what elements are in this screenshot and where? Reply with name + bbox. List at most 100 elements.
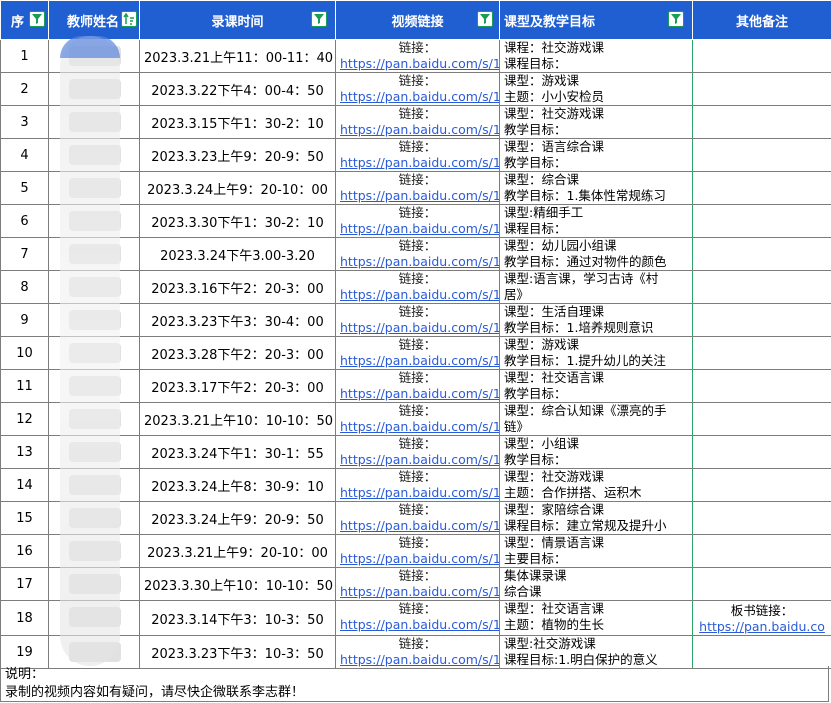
cell-record-time[interactable]: 2023.3.21上午9：20-10：00 xyxy=(139,534,336,568)
cell-teacher-name[interactable] xyxy=(48,600,140,636)
cell-video-link[interactable]: 链接： https://pan.baidu.com/s/1 xyxy=(335,600,500,636)
cell-notes[interactable] xyxy=(692,336,831,370)
table-row[interactable]: 3 2023.3.15下午1：30-2：10 链接： https://pan.baid… xyxy=(0,105,831,139)
cell-record-time[interactable]: 2023.3.30上午10：10-10：50 xyxy=(139,567,336,601)
cell-video-link[interactable]: 链接： https://pan.baidu.com/s/1i xyxy=(335,39,500,73)
cell-teacher-name[interactable] xyxy=(48,501,140,535)
cell-course-goal[interactable]: 课程：社交游戏课 课程目标： xyxy=(499,39,693,73)
cell-course-goal[interactable]: 课型：综合课 教学目标：1.集体性常规练习 xyxy=(499,171,693,205)
table-row[interactable]: 19 2023.3.23下午3：10-3：50 链接： https://pan.bai… xyxy=(0,635,831,669)
cell-video-link[interactable]: 链接： https://pan.baidu.com/s/1 xyxy=(335,336,500,370)
cell-course-goal[interactable]: 课型:社交游戏课 课程目标:1.明白保护的意义 xyxy=(499,635,693,669)
table-row[interactable]: 12 2023.3.21上午10：10-10：50 链接： https://pan.b… xyxy=(0,402,831,436)
video-link[interactable]: https://pan.baidu.com/s/1 xyxy=(340,89,499,105)
table-row[interactable]: 13 2023.3.24下午1：30-1：55 链接： https://pan.bai… xyxy=(0,435,831,469)
cell-record-time[interactable]: 2023.3.21上午10：10-10：50 xyxy=(139,402,336,436)
cell-no[interactable]: 18 xyxy=(0,600,49,636)
cell-notes[interactable] xyxy=(692,270,831,304)
cell-no[interactable]: 16 xyxy=(0,534,49,568)
cell-no[interactable]: 11 xyxy=(0,369,49,403)
video-link[interactable]: https://pan.baidu.com/s/1 xyxy=(340,551,499,567)
cell-notes[interactable] xyxy=(692,567,831,601)
cell-video-link[interactable]: 链接： https://pan.baidu.com/s/1 xyxy=(335,369,500,403)
cell-teacher-name[interactable] xyxy=(48,105,140,139)
cell-video-link[interactable]: 链接： https://pan.baidu.com/s/1 xyxy=(335,468,500,502)
cell-course-goal[interactable]: 课型：游戏课 教学目标：1.提升幼儿的关注 xyxy=(499,336,693,370)
video-link[interactable]: https://pan.baidu.com/s/1 xyxy=(340,617,499,633)
cell-course-goal[interactable]: 课型：社交语言课 主题：植物的生长 xyxy=(499,600,693,636)
filter-icon[interactable] xyxy=(668,11,684,27)
cell-record-time[interactable]: 2023.3.17下午2：20-3：00 xyxy=(139,369,336,403)
cell-record-time[interactable]: 2023.3.16下午2：20-3：00 xyxy=(139,270,336,304)
cell-teacher-name[interactable] xyxy=(48,270,140,304)
cell-notes[interactable] xyxy=(692,369,831,403)
cell-video-link[interactable]: 链接： https://pan.baidu.com/s/1 xyxy=(335,138,500,172)
cell-no[interactable]: 19 xyxy=(0,635,49,669)
table-row[interactable]: 16 2023.3.21上午9：20-10：00 链接： https://pan.ba… xyxy=(0,534,831,568)
cell-record-time[interactable]: 2023.3.28下午2：20-3：00 xyxy=(139,336,336,370)
table-row[interactable]: 14 2023.3.24上午8：30-9：10 链接： https://pan.bai… xyxy=(0,468,831,502)
filter-icon[interactable] xyxy=(29,11,45,27)
cell-notes[interactable] xyxy=(692,468,831,502)
cell-notes[interactable] xyxy=(692,72,831,106)
cell-teacher-name[interactable] xyxy=(48,402,140,436)
cell-video-link[interactable]: 链接： https://pan.baidu.com/s/1 xyxy=(335,171,500,205)
header-record-time[interactable]: 录课时间 xyxy=(139,0,336,40)
video-link[interactable]: https://pan.baidu.com/s/1 xyxy=(340,518,499,534)
cell-course-goal[interactable]: 课型：社交游戏课 主题：合作拼搭、运积木 xyxy=(499,468,693,502)
cell-video-link[interactable]: 链接： https://pan.baidu.com/s/1 xyxy=(335,635,500,669)
cell-course-goal[interactable]: 课型：社交语言课 教学目标： xyxy=(499,369,693,403)
cell-no[interactable]: 5 xyxy=(0,171,49,205)
video-link[interactable]: https://pan.baidu.com/s/1 xyxy=(340,254,499,270)
cell-teacher-name[interactable] xyxy=(48,468,140,502)
cell-course-goal[interactable]: 集体课录课 综合课 xyxy=(499,567,693,601)
video-link[interactable]: https://pan.baidu.com/s/1 xyxy=(340,452,499,468)
cell-notes[interactable] xyxy=(692,237,831,271)
table-row[interactable]: 5 2023.3.24上午9：20-10：00 链接： https://pan.bai… xyxy=(0,171,831,205)
video-link[interactable]: https://pan.baidu.com/s/1 xyxy=(340,353,499,369)
cell-notes[interactable] xyxy=(692,303,831,337)
cell-teacher-name[interactable] xyxy=(48,534,140,568)
cell-record-time[interactable]: 2023.3.23下午3：30-4：00 xyxy=(139,303,336,337)
filter-icon[interactable] xyxy=(477,11,493,27)
cell-no[interactable]: 12 xyxy=(0,402,49,436)
cell-notes[interactable] xyxy=(692,534,831,568)
cell-course-goal[interactable]: 课型:语言课，学习古诗《村 居》 xyxy=(499,270,693,304)
cell-video-link[interactable]: 链接： https://pan.baidu.com/s/1 xyxy=(335,534,500,568)
cell-course-goal[interactable]: 课型：综合认知课《漂亮的手 链》 xyxy=(499,402,693,436)
cell-teacher-name[interactable] xyxy=(48,237,140,271)
cell-notes[interactable] xyxy=(692,171,831,205)
cell-course-goal[interactable]: 课型:精细手工 课程目标： xyxy=(499,204,693,238)
cell-video-link[interactable]: 链接： https://pan.baidu.com/s/1 xyxy=(335,435,500,469)
video-link[interactable]: https://pan.baidu.com/s/1 xyxy=(340,386,499,402)
cell-video-link[interactable]: 链接： https://pan.baidu.com/s/1 xyxy=(335,204,500,238)
cell-course-goal[interactable]: 课型：情景语言课 主要目标： xyxy=(499,534,693,568)
cell-teacher-name[interactable] xyxy=(48,72,140,106)
cell-video-link[interactable]: 链接： https://pan.baidu.com/s/1 xyxy=(335,567,500,601)
cell-no[interactable]: 8 xyxy=(0,270,49,304)
cell-notes[interactable] xyxy=(692,105,831,139)
cell-teacher-name[interactable] xyxy=(48,171,140,205)
video-link[interactable]: https://pan.baidu.com/s/1 xyxy=(340,419,499,435)
table-row[interactable]: 10 2023.3.28下午2：20-3：00 链接： https://pan.bai… xyxy=(0,336,831,370)
cell-notes[interactable] xyxy=(692,402,831,436)
filter-icon[interactable] xyxy=(311,11,327,27)
video-link[interactable]: https://pan.baidu.com/s/1 xyxy=(340,122,499,138)
cell-no[interactable]: 2 xyxy=(0,72,49,106)
video-link[interactable]: https://pan.baidu.com/s/1 xyxy=(340,584,499,600)
cell-no[interactable]: 14 xyxy=(0,468,49,502)
cell-video-link[interactable]: 链接： https://pan.baidu.com/s/1 xyxy=(335,105,500,139)
cell-video-link[interactable]: 链接： https://pan.baidu.com/s/1 xyxy=(335,237,500,271)
table-row[interactable]: 1 2023.3.21上午11：00-11：40 链接： https://pan.ba… xyxy=(0,39,831,73)
video-link[interactable]: https://pan.baidu.com/s/1 xyxy=(340,320,499,336)
video-link[interactable]: https://pan.baidu.com/s/1 xyxy=(340,155,499,171)
cell-no[interactable]: 6 xyxy=(0,204,49,238)
header-no[interactable]: 序 xyxy=(0,0,49,40)
header-teacher[interactable]: 教师姓名 xyxy=(48,0,140,40)
table-row[interactable]: 7 2023.3.24下午3.00-3.20 链接： https://pan.baid… xyxy=(0,237,831,271)
table-row[interactable]: 6 2023.3.30下午1：30-2：10 链接： https://pan.baid… xyxy=(0,204,831,238)
cell-course-goal[interactable]: 课型：生活自理课 教学目标：1.培养规则意识 xyxy=(499,303,693,337)
cell-record-time[interactable]: 2023.3.24上午8：30-9：10 xyxy=(139,468,336,502)
cell-teacher-name[interactable] xyxy=(48,204,140,238)
cell-record-time[interactable]: 2023.3.14下午3：10-3：50 xyxy=(139,600,336,636)
